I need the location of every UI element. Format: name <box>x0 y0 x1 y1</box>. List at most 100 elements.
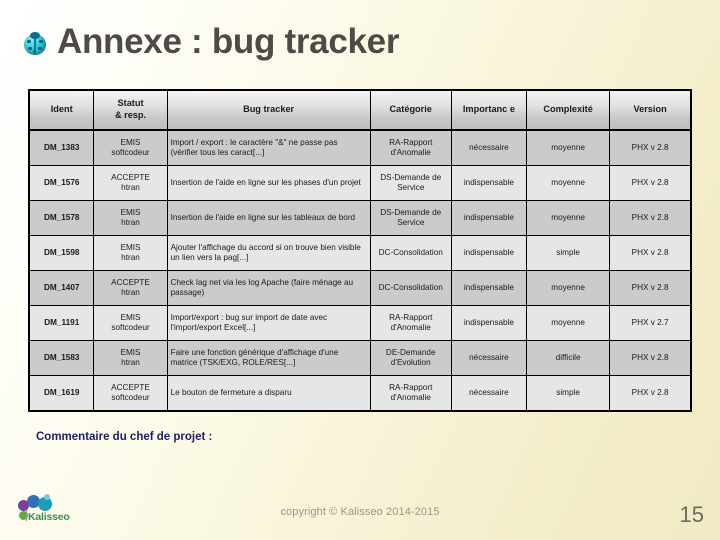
cell-resp: softcodeur <box>111 148 150 157</box>
cell-statut-resp: EMIS softcodeur <box>93 305 168 341</box>
page-number: 15 <box>679 502 704 527</box>
cell-importance: indispensable <box>450 270 527 306</box>
slide-title-row: Annexe : bug tracker <box>22 24 399 59</box>
table-row[interactable]: DM_1576 ACCEPTE htran Insertion de l'aide e… <box>28 165 692 201</box>
cell-importance: nécessaire <box>450 375 527 412</box>
cell-importance: indispensable <box>450 165 527 201</box>
cell-ident: DM_1383 <box>28 129 95 166</box>
footer-copyright: copyright © Kalisseo 2014-2015 <box>280 506 440 518</box>
cell-importance: indispensable <box>450 305 527 341</box>
cell-ident: DM_1619 <box>28 375 95 412</box>
cell-statut: EMIS <box>120 137 141 147</box>
cell-version: PHX v 2.8 <box>609 270 692 306</box>
cell-resp: htran <box>121 183 140 192</box>
column-header-version: Version <box>609 89 692 131</box>
cell-categorie: DS-Demande de Service <box>369 165 452 201</box>
cell-categorie: DC-Consolidation <box>369 235 452 271</box>
cell-version: PHX v 2.8 <box>609 235 692 271</box>
cell-statut-resp: EMIS htran <box>93 235 168 271</box>
column-header-ident: Ident <box>28 89 95 131</box>
cell-resp: softcodeur <box>111 323 150 332</box>
cell-description: Check lag net via les log Apache (faire … <box>166 270 371 306</box>
table-row[interactable]: DM_1583 EMIS htran Faire une fonction génér… <box>28 340 692 376</box>
cell-categorie: DC-Consolidation <box>369 270 452 306</box>
cell-version: PHX v 2.8 <box>609 200 692 236</box>
cell-statut: ACCEPTE <box>111 382 150 392</box>
table-header: Ident Statut & resp. Bug tracker Catégor… <box>28 89 692 131</box>
cell-ident: DM_1191 <box>28 305 95 341</box>
cell-version: PHX v 2.8 <box>609 340 692 376</box>
slide-canvas: Annexe : bug tracker Ident Statut & resp… <box>0 0 720 540</box>
cell-statut: EMIS <box>120 242 141 252</box>
column-header-statut-line2: & resp. <box>114 110 147 120</box>
cell-importance: nécessaire <box>450 129 527 166</box>
cell-ident: DM_1583 <box>28 340 95 376</box>
column-header-bug-tracker: Bug tracker <box>166 89 371 131</box>
table-row[interactable]: DM_1383 EMIS softcodeur Import / export : l… <box>28 129 692 166</box>
cell-categorie: RA-Rapport d'Anomalie <box>369 129 452 166</box>
cell-complexite: moyenne <box>525 165 611 201</box>
cell-description: Insertion de l'aide en ligne sur les pha… <box>166 165 371 201</box>
cell-resp: htran <box>121 253 140 262</box>
table-header-row: Ident Statut & resp. Bug tracker Catégor… <box>28 89 692 131</box>
cell-resp: htran <box>121 218 140 227</box>
cell-statut-resp: ACCEPTE htran <box>93 270 168 306</box>
column-header-categorie: Catégorie <box>369 89 452 131</box>
cell-complexite: simple <box>525 235 611 271</box>
cell-complexite: moyenne <box>525 305 611 341</box>
cell-statut-resp: EMIS softcodeur <box>93 129 168 166</box>
cell-description: Import/export : bug sur import de date a… <box>166 305 371 341</box>
column-header-importance: Importanc e <box>450 89 527 131</box>
project-manager-comment-label: Commentaire du chef de projet : <box>36 431 213 443</box>
cell-ident: DM_1578 <box>28 200 95 236</box>
cell-statut: EMIS <box>120 207 141 217</box>
cell-description: Import / export : le caractère "&" ne pa… <box>166 129 371 166</box>
table-row[interactable]: DM_1407 ACCEPTE htran Check lag net via les… <box>28 270 692 306</box>
column-header-complexite: Complexité <box>525 89 611 131</box>
cell-description: Ajouter l'affichage du accord si on trou… <box>166 235 371 271</box>
cell-description: Le bouton de fermeture a disparu <box>166 375 371 412</box>
cell-complexite: moyenne <box>525 200 611 236</box>
cell-resp: htran <box>121 288 140 297</box>
cell-ident: DM_1598 <box>28 235 95 271</box>
cell-complexite: moyenne <box>525 129 611 166</box>
cell-version: PHX v 2.8 <box>609 165 692 201</box>
column-header-statut-line1: Statut <box>117 98 144 109</box>
cell-version: PHX v 2.8 <box>609 375 692 412</box>
cell-categorie: RA-Rapport d'Anomalie <box>369 375 452 412</box>
table-row[interactable]: DM_1619 ACCEPTE softcodeur Le bouton de fer… <box>28 375 692 412</box>
cell-complexite: moyenne <box>525 270 611 306</box>
cell-importance: nécessaire <box>450 340 527 376</box>
cell-categorie: RA-Rapport d'Anomalie <box>369 305 452 341</box>
cell-version: PHX v 2.7 <box>609 305 692 341</box>
cell-statut: EMIS <box>120 312 141 322</box>
cell-version: PHX v 2.8 <box>609 129 692 166</box>
cell-statut-resp: EMIS htran <box>93 340 168 376</box>
table-row[interactable]: DM_1578 EMIS htran Insertion de l'aide en l… <box>28 200 692 236</box>
table-body: DM_1383 EMIS softcodeur Import / export : l… <box>28 129 692 412</box>
cell-resp: htran <box>121 358 140 367</box>
cell-importance: indispensable <box>450 200 527 236</box>
column-header-statut: Statut & resp. <box>93 89 168 131</box>
cell-description: Insertion de l'aide en ligne sur les tab… <box>166 200 371 236</box>
cell-statut-resp: ACCEPTE htran <box>93 165 168 201</box>
ladybug-icon <box>22 31 48 56</box>
cell-complexite: difficile <box>525 340 611 376</box>
cell-description: Faire une fonction générique d'affichage… <box>166 340 371 376</box>
cell-resp: softcodeur <box>111 393 150 402</box>
cell-statut-resp: EMIS htran <box>93 200 168 236</box>
cell-statut: ACCEPTE <box>111 172 150 182</box>
table-row[interactable]: DM_1598 EMIS htran Ajouter l'affichage du a… <box>28 235 692 271</box>
cell-statut-resp: ACCEPTE softcodeur <box>93 375 168 412</box>
bug-tracker-table: Ident Statut & resp. Bug tracker Catégor… <box>28 89 692 412</box>
table-row[interactable]: DM_1191 EMIS softcodeur Import/export : bug… <box>28 305 692 341</box>
cell-ident: DM_1407 <box>28 270 95 306</box>
cell-statut: ACCEPTE <box>111 277 150 287</box>
cell-ident: DM_1576 <box>28 165 95 201</box>
cell-importance: indispensable <box>450 235 527 271</box>
cell-statut: EMIS <box>120 347 141 357</box>
page-title: Annexe : bug tracker <box>57 22 400 61</box>
cell-categorie: DS-Demande de Service <box>369 200 452 236</box>
cell-categorie: DE-Demande d'Evolution <box>369 340 452 376</box>
cell-complexite: simple <box>525 375 611 412</box>
